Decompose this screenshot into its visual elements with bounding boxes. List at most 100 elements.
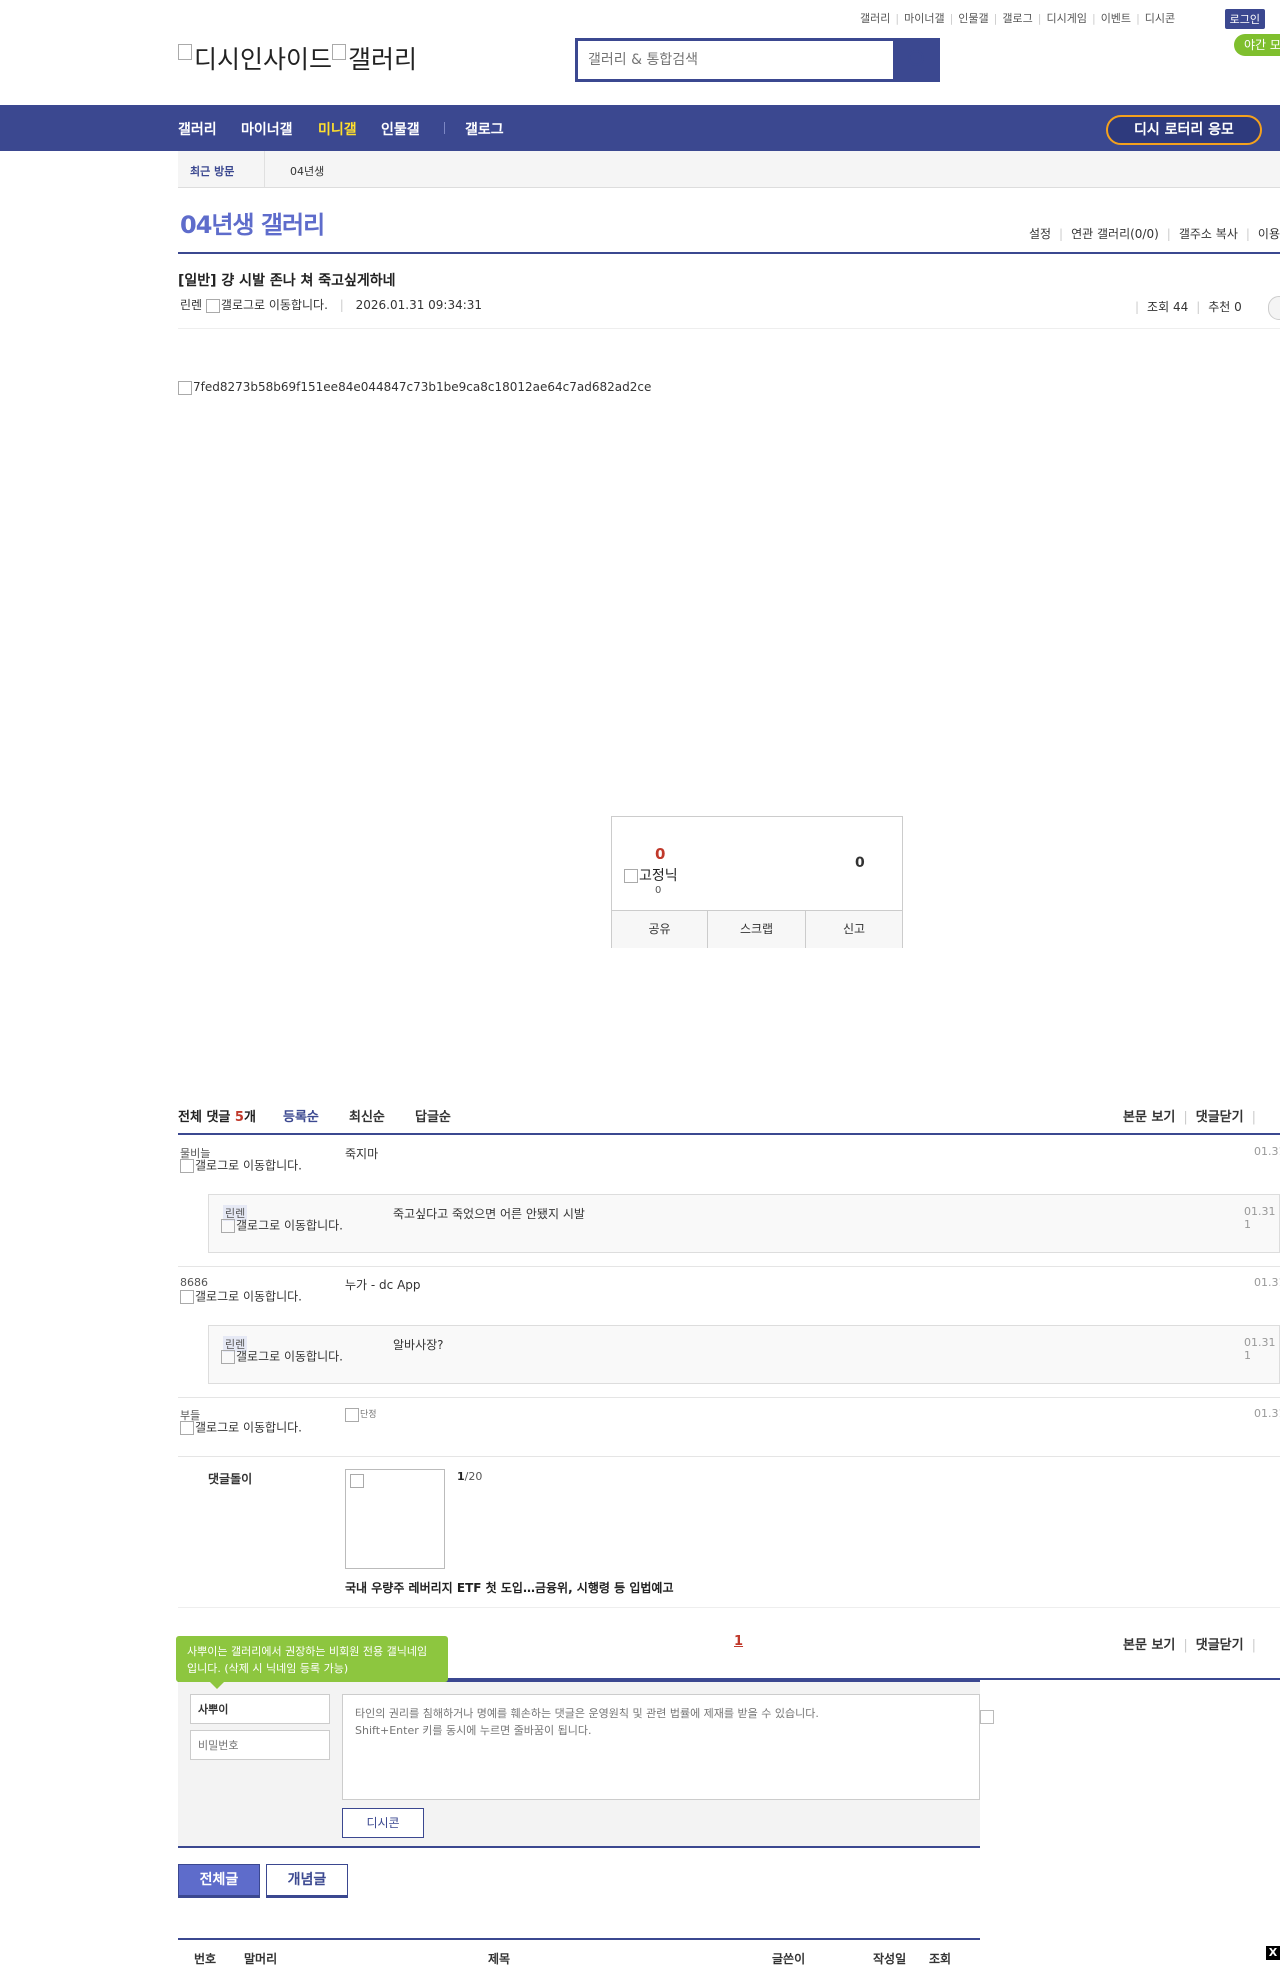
sort-reply[interactable]: 답글순 xyxy=(415,1106,451,1125)
comment-text: 누가 - dc App xyxy=(345,1278,421,1292)
post-header-rule xyxy=(178,328,1280,329)
broken-image-icon xyxy=(180,1159,194,1173)
comment-bot-news[interactable]: 국내 우량주 레버리지 ETF 첫 도입…금융위, 시행령 등 입법예고 xyxy=(345,1579,673,1596)
comment-page-1[interactable]: 1 xyxy=(734,1634,743,1649)
sort-latest[interactable]: 최신순 xyxy=(349,1106,385,1125)
related-gallery-link[interactable]: 연관 갤러리(0/0) xyxy=(1071,227,1159,241)
nav-person[interactable]: 인물갤 xyxy=(381,119,420,139)
reply-item: 린렌 갤로그로 이동합니다. 알바사장? 01.31 1 xyxy=(208,1325,1280,1384)
recent-item[interactable]: 04년생 xyxy=(290,163,324,179)
gallog-icon[interactable] xyxy=(205,298,220,313)
reply-date: 01.31 1 xyxy=(1244,1336,1276,1362)
recommend-actions: 공유 스크랩 신고 xyxy=(612,910,902,948)
fixed-nick-recommend: 고정닉 xyxy=(624,865,678,885)
dccon-button[interactable]: 디시콘 xyxy=(342,1808,424,1838)
col-views: 조회 xyxy=(929,1952,952,1966)
recommend-down-count[interactable]: 0 xyxy=(855,855,865,871)
concept-posts-tab[interactable]: 개념글 xyxy=(266,1864,348,1898)
search-button[interactable] xyxy=(896,38,940,82)
usage-link[interactable]: 이용 xyxy=(1258,227,1280,241)
report-button[interactable]: 신고 xyxy=(806,911,902,948)
comment-right-links: 본문 보기 | 댓글닫기 | xyxy=(1123,1110,1256,1125)
col-number: 번호 xyxy=(194,1952,217,1966)
night-mode-button[interactable]: 야간 모 xyxy=(1234,34,1280,56)
login-button[interactable]: 로그인 xyxy=(1224,9,1265,29)
nickname-input[interactable] xyxy=(190,1694,330,1724)
share-button[interactable]: 공유 xyxy=(612,911,708,948)
search-input[interactable] xyxy=(578,41,893,79)
view-post-link[interactable]: 본문 보기 xyxy=(1123,1638,1175,1653)
post-recommend: 추천 0 xyxy=(1208,300,1242,314)
recommend-up-count[interactable]: 0 xyxy=(655,845,665,863)
col-author: 글쓴이 xyxy=(772,1952,806,1966)
password-input[interactable] xyxy=(190,1730,330,1760)
share-icon[interactable] xyxy=(1268,296,1280,320)
toplink-dccon[interactable]: 디시콘 xyxy=(1145,12,1175,25)
comment-count-suffix: 개 xyxy=(243,1110,256,1125)
toplink-person[interactable]: 인물갤 xyxy=(958,12,988,25)
close-comments-link[interactable]: 댓글닫기 xyxy=(1196,1110,1244,1125)
comment-gallog[interactable]: 갤로그로 이동합니다. xyxy=(180,1290,310,1304)
top-links: 갤러리 | 마이너갤 | 인물갤 | 갤로그 | 디시게임 | 이벤트 | 디시콘 로그인 xyxy=(860,9,1280,29)
broken-image-icon xyxy=(624,869,638,883)
comment-textarea[interactable] xyxy=(342,1694,980,1800)
recent-visits: 최근 방문 04년생 xyxy=(178,151,1280,188)
recent-label[interactable]: 최근 방문 xyxy=(190,163,234,179)
col-date: 작성일 xyxy=(873,1952,907,1966)
nav-gallog[interactable]: 갤로그 xyxy=(465,119,504,139)
post-date: 2026.01.31 09:34:31 xyxy=(355,298,483,312)
copy-address-link[interactable]: 갤주소 복사 xyxy=(1179,227,1238,241)
reply-gallog[interactable]: 갤로그로 이동합니다. xyxy=(221,1350,351,1364)
broken-image-icon xyxy=(180,1421,194,1435)
nav-divider xyxy=(444,122,445,134)
all-posts-tab[interactable]: 전체글 xyxy=(178,1864,260,1898)
broken-image-icon xyxy=(345,1407,359,1422)
comment-gallog[interactable]: 갤로그로 이동합니다. xyxy=(180,1159,310,1173)
nav-minor[interactable]: 마이너갤 xyxy=(241,119,293,139)
gallery-title[interactable]: 04년생 갤러리 xyxy=(180,205,325,240)
toplink-minor[interactable]: 마이너갤 xyxy=(904,12,944,25)
recent-divider xyxy=(264,151,265,187)
broken-image-icon xyxy=(178,44,192,60)
post-image-alt: 7fed8273b58b69f151ee84e044847c73b1be9ca8… xyxy=(193,380,652,394)
comment-bot-rule xyxy=(178,1607,1280,1608)
comment-bot-thumbnail[interactable] xyxy=(345,1469,445,1569)
scrap-button[interactable]: 스크랩 xyxy=(708,911,806,948)
comment-count-prefix: 전체 댓글 xyxy=(178,1110,235,1125)
toplink-event[interactable]: 이벤트 xyxy=(1101,12,1131,25)
view-post-link[interactable]: 본문 보기 xyxy=(1123,1110,1175,1125)
search-bar xyxy=(575,38,940,82)
logo-alt-gallery: 갤러리 xyxy=(348,45,418,74)
sort-registered[interactable]: 등록순 xyxy=(283,1106,319,1125)
logo-alt-dcinside: 디시인사이드 xyxy=(194,45,333,74)
comment-bot-page: 1/20 xyxy=(457,1470,483,1483)
lottery-button[interactable]: 디시 로터리 응모 xyxy=(1106,115,1262,145)
comment-date: 01.31 xyxy=(1254,1407,1280,1420)
fixed-nick-label: 고정닉 xyxy=(639,868,678,884)
comment-date: 01.31 xyxy=(1254,1145,1280,1158)
close-icon[interactable]: X xyxy=(1266,1946,1280,1960)
close-comments-link[interactable]: 댓글닫기 xyxy=(1196,1638,1244,1653)
comment-dccon: 단정 xyxy=(345,1407,377,1422)
comment-text: 죽지마 xyxy=(345,1147,379,1161)
toplink-gallery[interactable]: 갤러리 xyxy=(860,12,890,25)
post-author[interactable]: 린렌 xyxy=(180,298,202,312)
post-views: 조회 44 xyxy=(1147,300,1189,314)
nickname-tooltip: 사뿌이는 갤러리에서 권장하는 비회원 전용 갤닉네임입니다. (삭제 시 닉네… xyxy=(176,1636,448,1689)
comment-item: 부들 갤로그로 이동합니다. 단정 01.31 xyxy=(178,1397,1280,1457)
nav-mini[interactable]: 미니갤 xyxy=(318,119,357,139)
comment-gallog[interactable]: 갤로그로 이동합니다. xyxy=(180,1421,310,1435)
toplink-dcgame[interactable]: 디시게임 xyxy=(1046,12,1086,25)
reply-gallog[interactable]: 갤로그로 이동합니다. xyxy=(221,1219,351,1233)
toplink-gallog[interactable]: 갤로그 xyxy=(1002,12,1032,25)
comment-nick[interactable]: 8686 xyxy=(180,1276,208,1289)
post-list-header: 번호 말머리 제목 글쓴이 작성일 조회 xyxy=(178,1938,980,1966)
fixed-nick-count: 0 xyxy=(655,885,662,896)
nav-gallery[interactable]: 갤러리 xyxy=(178,119,217,139)
gallery-settings-link[interactable]: 설정 xyxy=(1029,227,1051,241)
site-logo[interactable]: 디시인사이드 갤러리 xyxy=(178,40,417,76)
comment-date: 01.31 xyxy=(1254,1276,1280,1289)
reply-text: 죽고싶다고 죽었으면 어른 안됐지 시발 xyxy=(393,1207,585,1221)
post-author-glog[interactable]: 갤로그로 이동합니다. xyxy=(221,298,328,312)
gallery-links: 설정 | 연관 갤러리(0/0) | 갤주소 복사 | 이용 xyxy=(1028,227,1280,241)
